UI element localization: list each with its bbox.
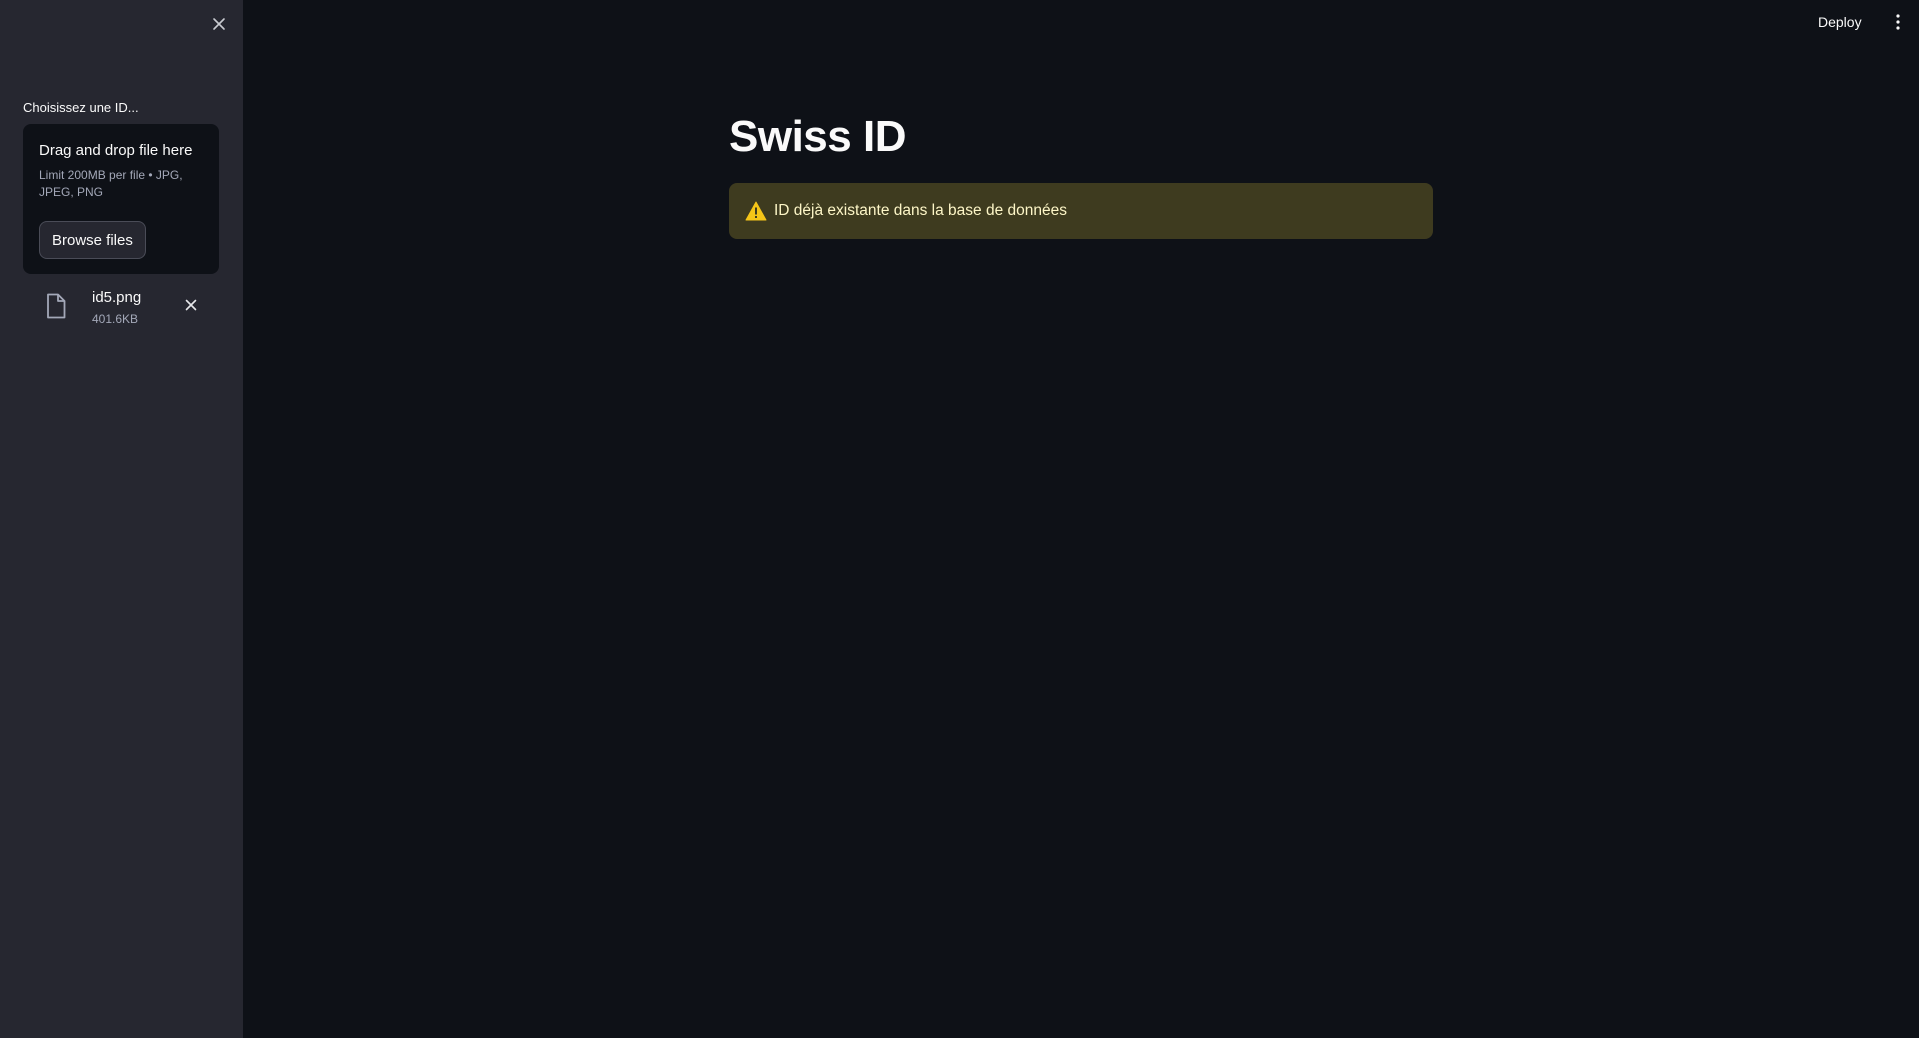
warning-alert: ID déjà existante dans la base de donnée… — [729, 183, 1433, 239]
file-name: id5.png — [92, 289, 142, 306]
app: Choisissez une ID... Drag and drop file … — [0, 0, 1919, 1038]
uploaded-file-item: id5.png 401.6KB — [23, 284, 219, 334]
close-icon — [185, 299, 197, 311]
deploy-button[interactable]: Deploy — [1818, 10, 1862, 34]
browse-files-button[interactable]: Browse files — [39, 221, 146, 259]
close-sidebar-button[interactable] — [208, 13, 230, 35]
dropzone-limit: Limit 200MB per file • JPG, JPEG, PNG — [39, 168, 183, 199]
file-dropzone[interactable]: Drag and drop file here Limit 200MB per … — [23, 124, 219, 274]
remove-file-button[interactable] — [181, 295, 201, 315]
main-menu-button[interactable] — [1889, 11, 1907, 33]
file-icon — [47, 293, 66, 319]
warning-icon — [745, 201, 767, 221]
close-icon — [213, 18, 225, 30]
sidebar: Choisissez une ID... Drag and drop file … — [0, 0, 243, 1038]
alert-text: ID déjà existante dans la base de donnée… — [774, 202, 1067, 219]
dropzone-title: Drag and drop file here — [39, 142, 193, 159]
uploader-label: Choisissez une ID... — [23, 100, 139, 115]
page-title: Swiss ID — [729, 112, 906, 161]
more-vertical-icon — [1896, 14, 1900, 30]
file-size: 401.6KB — [92, 312, 139, 326]
